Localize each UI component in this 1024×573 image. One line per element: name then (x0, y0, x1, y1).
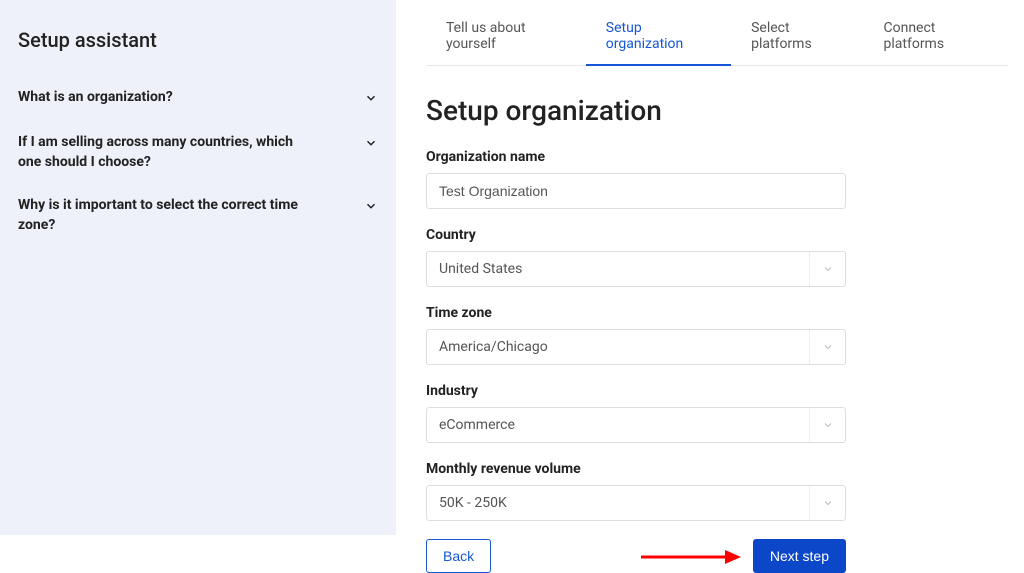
industry-label: Industry (426, 383, 1008, 399)
country-label: Country (426, 227, 1008, 243)
tab-select-platforms[interactable]: Select platforms (731, 12, 863, 66)
tab-about-yourself[interactable]: Tell us about yourself (426, 12, 586, 66)
chevron-down-icon (364, 136, 378, 154)
country-select[interactable]: United States (426, 251, 846, 287)
button-row: Back Next step (426, 539, 846, 573)
timezone-label: Time zone (426, 305, 1008, 321)
tab-setup-organization[interactable]: Setup organization (586, 12, 731, 66)
wizard-tabs: Tell us about yourself Setup organizatio… (426, 12, 1008, 66)
industry-select[interactable]: eCommerce (426, 407, 846, 443)
faq-question: If I am selling across many countries, w… (18, 133, 318, 172)
faq-item-organization[interactable]: What is an organization? (18, 84, 378, 129)
page-title: Setup organization (426, 94, 1008, 127)
org-name-label: Organization name (426, 149, 1008, 165)
form-group-country: Country United States (426, 227, 1008, 287)
revenue-select[interactable]: 50K - 250K (426, 485, 846, 521)
org-name-input[interactable] (426, 173, 846, 209)
annotation-arrow-icon (641, 549, 741, 569)
sidebar-title: Setup assistant (18, 28, 378, 52)
next-step-button[interactable]: Next step (753, 539, 846, 573)
tab-connect-platforms[interactable]: Connect platforms (864, 12, 1009, 66)
form-group-org-name: Organization name (426, 149, 1008, 209)
faq-item-timezone[interactable]: Why is it important to select the correc… (18, 192, 378, 255)
chevron-down-icon (809, 486, 845, 520)
faq-question: What is an organization? (18, 88, 173, 108)
form-group-timezone: Time zone America/Chicago (426, 305, 1008, 365)
chevron-down-icon (809, 330, 845, 364)
main-content: Tell us about yourself Setup organizatio… (396, 0, 1024, 535)
timezone-select[interactable]: America/Chicago (426, 329, 846, 365)
faq-item-countries[interactable]: If I am selling across many countries, w… (18, 129, 378, 192)
chevron-down-icon (364, 199, 378, 217)
country-value: United States (427, 261, 809, 277)
timezone-value: America/Chicago (427, 339, 809, 355)
faq-question: Why is it important to select the correc… (18, 196, 318, 235)
setup-assistant-sidebar: Setup assistant What is an organization?… (0, 0, 396, 535)
revenue-value: 50K - 250K (427, 495, 809, 511)
form-group-revenue: Monthly revenue volume 50K - 250K (426, 461, 1008, 521)
form-group-industry: Industry eCommerce (426, 383, 1008, 443)
revenue-label: Monthly revenue volume (426, 461, 1008, 477)
chevron-down-icon (809, 408, 845, 442)
back-button[interactable]: Back (426, 539, 491, 573)
chevron-down-icon (364, 91, 378, 109)
chevron-down-icon (809, 252, 845, 286)
industry-value: eCommerce (427, 417, 809, 433)
